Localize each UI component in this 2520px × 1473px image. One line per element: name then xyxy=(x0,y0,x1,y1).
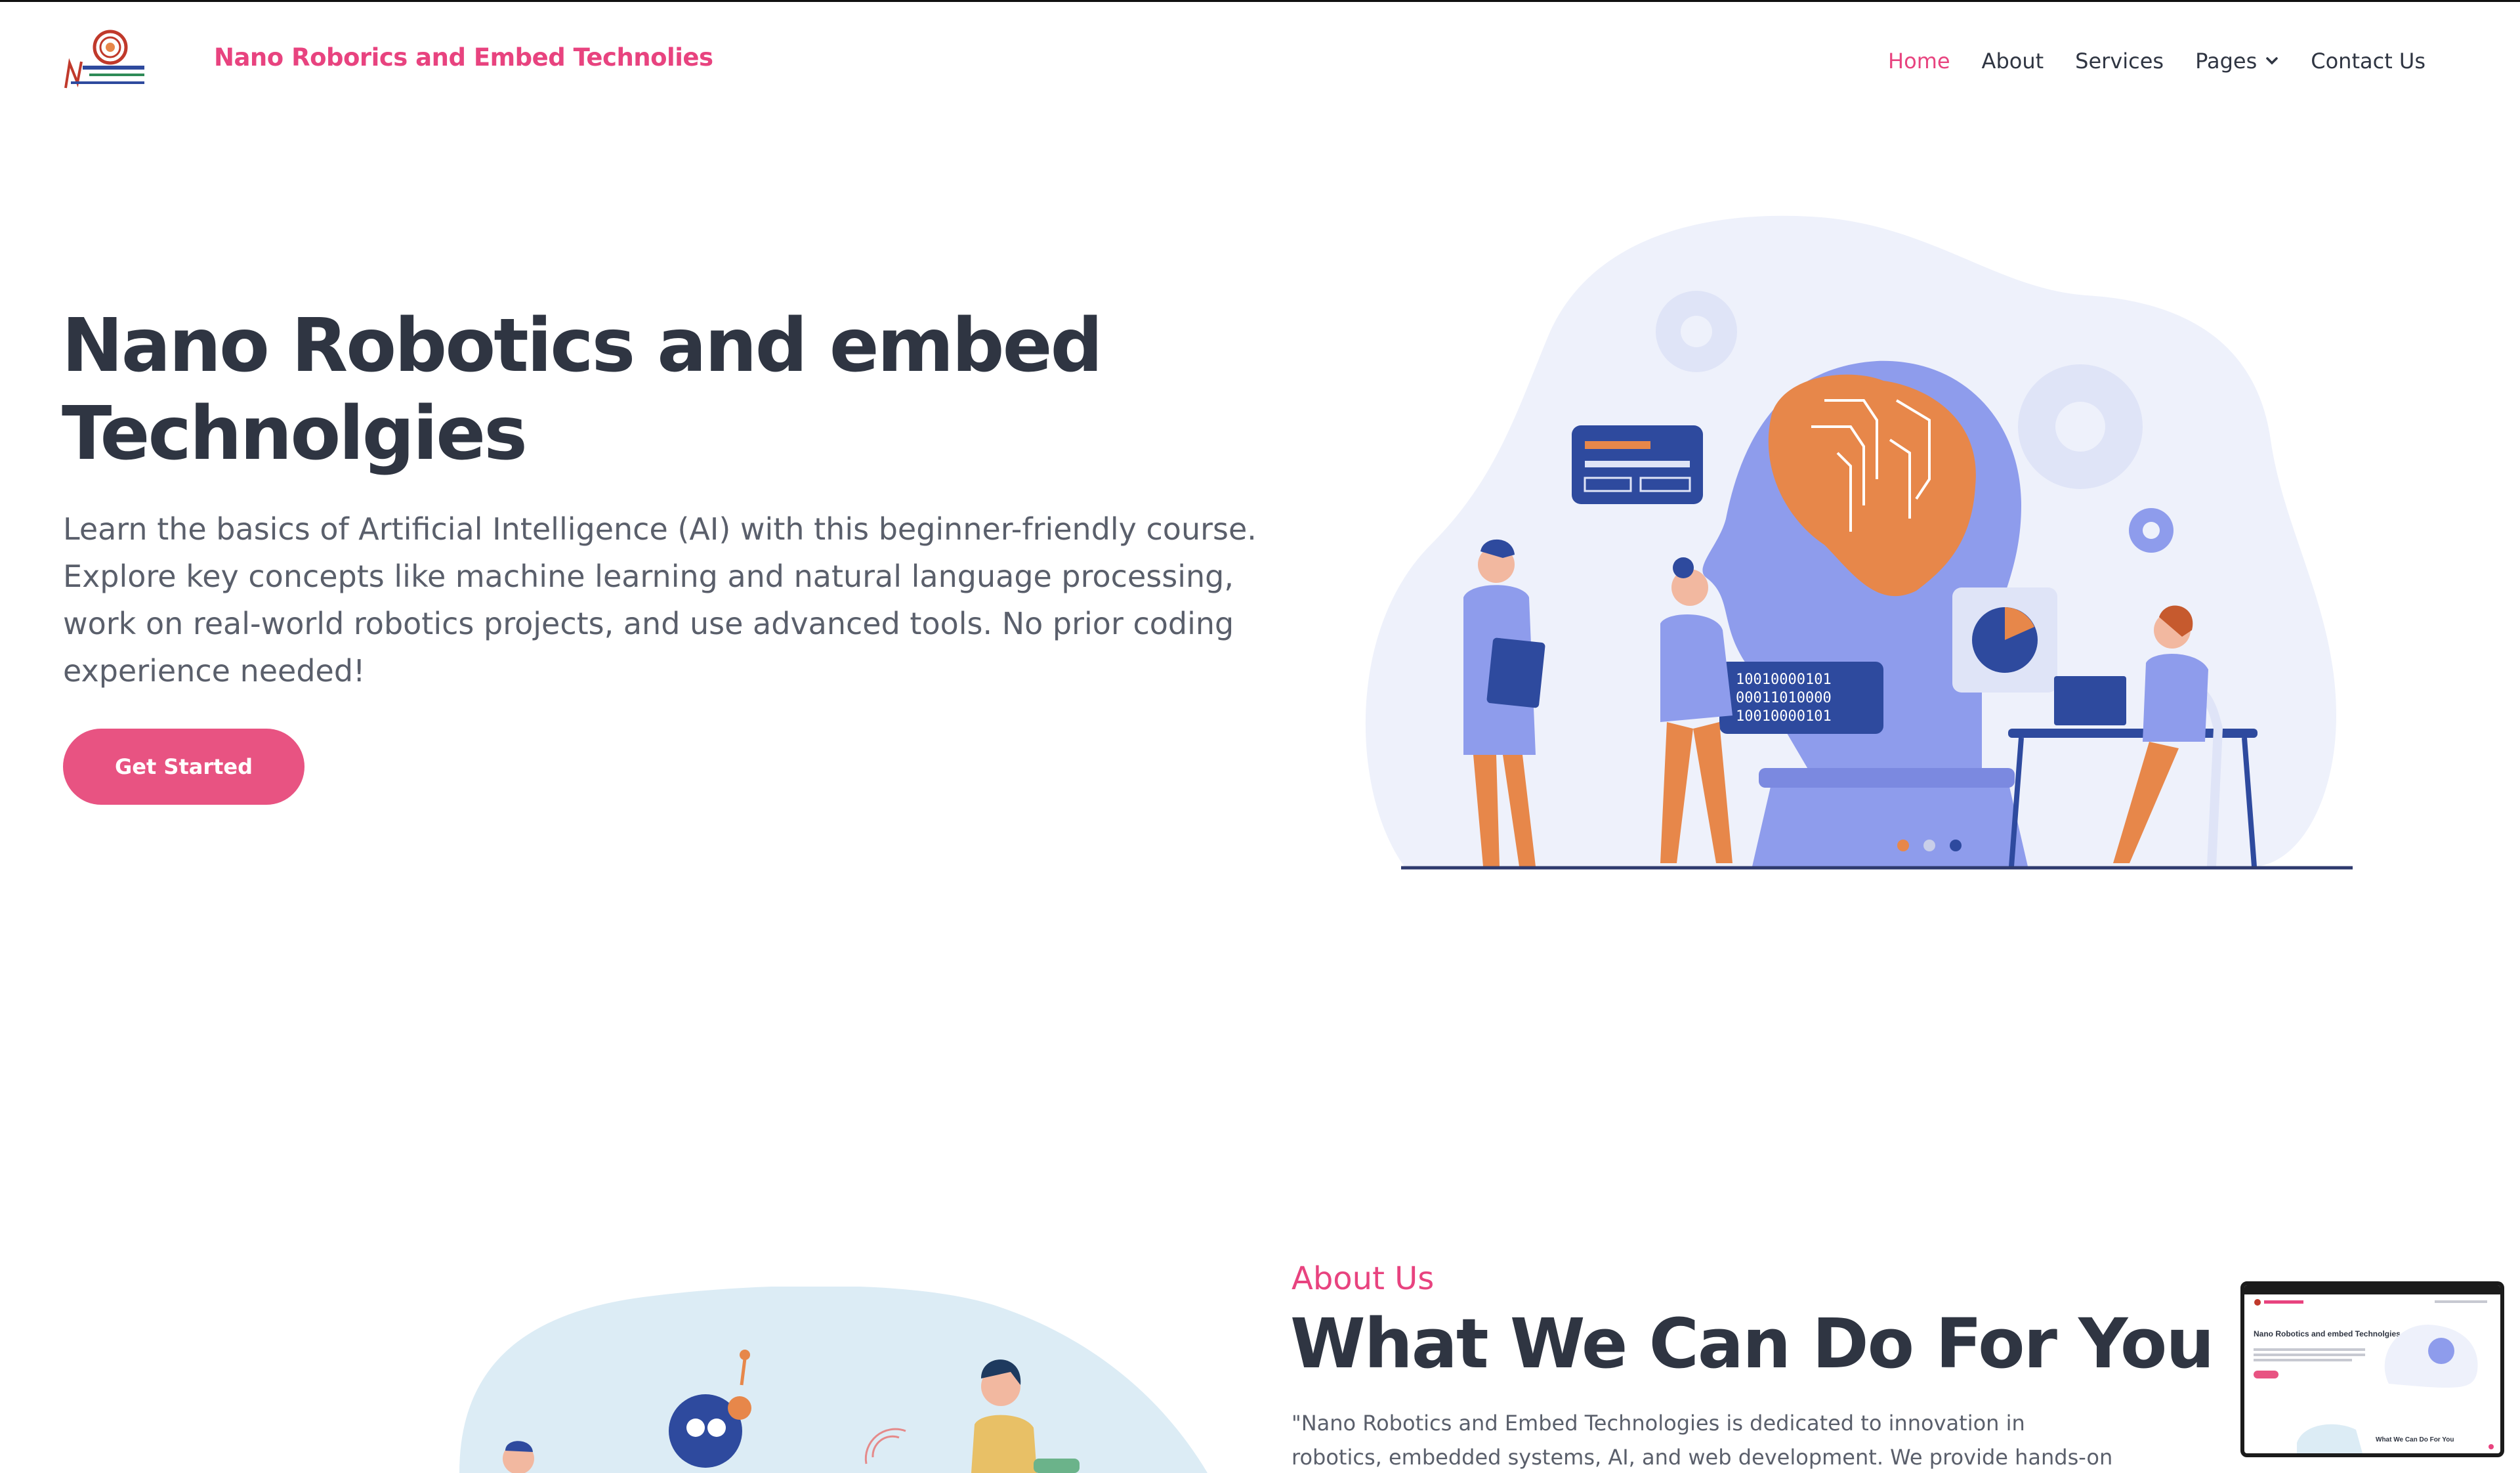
page-thumbnail-preview[interactable]: Nano Robotics and embed Technolgies What… xyxy=(2240,1281,2504,1457)
nav-item-services[interactable]: Services xyxy=(2075,49,2164,74)
thumb-text-line xyxy=(2254,1354,2365,1356)
seal-logo-icon xyxy=(63,29,150,95)
binary-line: 10010000101 xyxy=(1736,672,1832,688)
small-gear-icon xyxy=(2129,508,2174,553)
brand[interactable]: Nano Roborics and Embed Technolies xyxy=(63,29,713,95)
thumb-about-title: What We Can Do For You xyxy=(2376,1436,2454,1443)
thumb-button xyxy=(2254,1371,2278,1378)
thumb-text-line xyxy=(2254,1348,2365,1351)
hero-description: Learn the basics of Artificial Intellige… xyxy=(63,511,1257,689)
carousel-dot[interactable] xyxy=(1950,840,1962,851)
thumb-dot xyxy=(2488,1444,2494,1449)
card-bar xyxy=(1585,461,1690,467)
thumb-logo xyxy=(2254,1299,2261,1306)
thumb-nav xyxy=(2435,1300,2487,1303)
nav-item-contact[interactable]: Contact Us xyxy=(2311,49,2426,74)
main-nav: Home About Services Pages Contact Us xyxy=(1857,49,2426,74)
nav-item-pages-label: Pages xyxy=(2195,49,2258,74)
nav-item-pages[interactable]: Pages xyxy=(2195,49,2279,74)
carousel-dot[interactable] xyxy=(1923,840,1935,851)
get-started-button[interactable]: Get Started xyxy=(63,729,304,805)
about-title: What We Can Do For You xyxy=(1290,1304,2214,1384)
thumb-about-blob xyxy=(2297,1424,2362,1453)
binary-line: 10010000101 xyxy=(1736,708,1832,725)
thumb-text-line xyxy=(2254,1359,2352,1361)
about-eyebrow: About Us xyxy=(1292,1260,1435,1297)
thumb-head xyxy=(2428,1338,2454,1364)
window-top-border xyxy=(0,0,2520,2)
ai-team-illustration: 10010000101 00011010000 10010000101 xyxy=(1352,203,2362,880)
thumb-titlebar xyxy=(2244,1285,2500,1294)
card-bar xyxy=(1585,441,1650,449)
binary-line: 00011010000 xyxy=(1736,690,1832,706)
brand-name[interactable]: Nano Roborics and Embed Technolies xyxy=(214,43,713,72)
thumb-title: Nano Robotics and embed Technolgies xyxy=(2254,1329,2401,1338)
pedestal-top xyxy=(1759,768,2015,788)
about-description: "Nano Robotics and Embed Technologies is… xyxy=(1292,1411,2113,1470)
about-blob xyxy=(459,1287,1208,1473)
carousel-dot[interactable] xyxy=(1897,840,1909,851)
pedestal xyxy=(1752,781,2028,866)
chevron-down-icon xyxy=(2266,57,2278,65)
nav-item-home[interactable]: Home xyxy=(1888,49,1950,74)
nav-item-about[interactable]: About xyxy=(1982,49,2044,74)
about-illustration xyxy=(446,1287,1234,1473)
thumb-brand xyxy=(2264,1300,2303,1304)
hero-title: Nano Robotics and embed Technolgies xyxy=(62,303,1103,477)
